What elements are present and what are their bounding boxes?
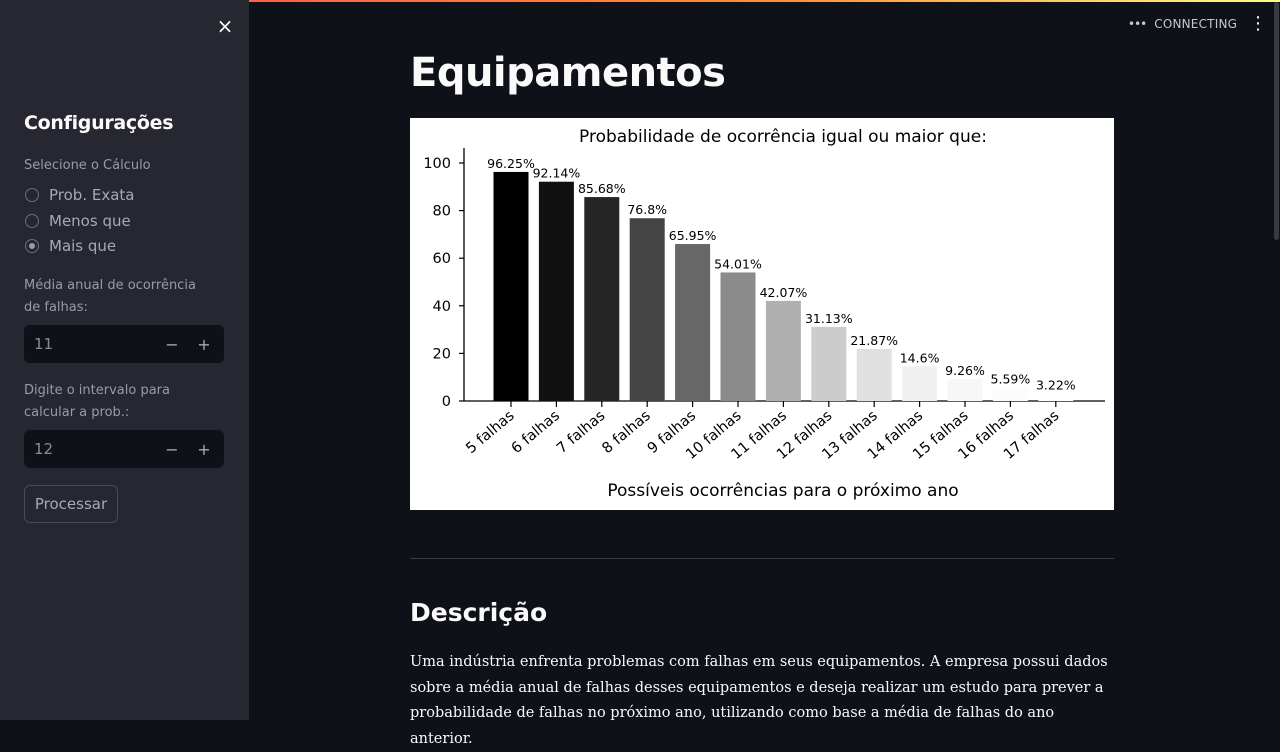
bar [538, 181, 574, 401]
bar-chart: Probabilidade de ocorrência igual ou mai… [423, 127, 1105, 501]
radio-label: Prob. Exata [49, 186, 135, 204]
status-text: CONNECTING [1154, 17, 1238, 31]
data-label: 92.14% [533, 166, 581, 181]
media-label: Média anual de ocorrência de falhas: [24, 278, 196, 315]
bar [720, 272, 756, 401]
y-tick-label: 60 [433, 251, 451, 267]
x-axis-label: Possíveis ocorrências para o próximo ano [607, 481, 958, 501]
data-label: 54.01% [714, 256, 762, 271]
bar [765, 300, 801, 401]
y-tick-label: 40 [433, 299, 451, 315]
bar [947, 378, 983, 401]
divider [410, 558, 1114, 559]
bar [629, 218, 665, 401]
sidebar-title: Configurações [24, 112, 174, 134]
data-label: 9.26% [945, 363, 985, 378]
intervalo-label: Digite o intervalo para calcular a prob.… [24, 383, 170, 420]
radio-checked-icon[interactable] [25, 239, 39, 253]
intervalo-input[interactable] [24, 439, 156, 459]
data-label: 21.87% [850, 333, 898, 348]
increment-button[interactable]: + [188, 325, 220, 363]
y-tick-label: 20 [433, 346, 451, 362]
bar [992, 387, 1028, 401]
status-dots-icon: ••• [1128, 17, 1147, 31]
data-label: 31.13% [805, 311, 853, 326]
chart-container: Probabilidade de ocorrência igual ou mai… [410, 118, 1114, 510]
radio-label: Menos que [49, 212, 131, 230]
data-label: 3.22% [1036, 377, 1076, 392]
data-label: 5.59% [991, 372, 1031, 387]
radio-label: Mais que [49, 237, 117, 255]
connection-status: ••• CONNECTING [1128, 16, 1237, 32]
radio-circle-icon[interactable] [25, 188, 39, 202]
y-tick-label: 100 [423, 156, 451, 172]
radio-mais-que[interactable]: Mais que [25, 236, 116, 256]
bar [1038, 393, 1074, 401]
bar [856, 348, 892, 401]
bar [902, 366, 938, 401]
radio-circle-icon[interactable] [25, 214, 39, 228]
media-number-input: − + [24, 325, 224, 363]
radio-prob-exata[interactable]: Prob. Exata [25, 185, 134, 205]
x-tick-label: 5 falhas [463, 408, 517, 457]
decrement-button[interactable]: − [156, 430, 188, 468]
data-label: 42.07% [760, 285, 808, 300]
calc-label: Selecione o Cálculo [24, 158, 151, 173]
close-sidebar-icon[interactable]: × [215, 16, 235, 36]
data-label: 65.95% [669, 228, 717, 243]
bar [811, 326, 847, 401]
description-text: Uma indústria enfrenta problemas com fal… [410, 654, 1108, 747]
y-tick-label: 0 [442, 394, 451, 410]
main-menu-icon[interactable]: ⋮ [1248, 14, 1268, 34]
y-tick-label: 80 [433, 204, 451, 220]
chart-title: Probabilidade de ocorrência igual ou mai… [579, 127, 987, 147]
bar [493, 171, 529, 401]
process-button[interactable]: Processar [24, 485, 118, 523]
section-title: Descrição [410, 598, 548, 627]
bar [675, 244, 711, 401]
media-input[interactable] [24, 334, 156, 354]
x-tick-label: 6 falhas [509, 408, 563, 457]
bar [584, 197, 620, 401]
scrollbar[interactable] [1274, 2, 1279, 240]
page-title: Equipamentos [410, 50, 726, 96]
data-label: 96.25% [487, 156, 535, 171]
x-tick-label: 8 falhas [599, 408, 653, 457]
radio-menos-que[interactable]: Menos que [25, 211, 131, 231]
decrement-button[interactable]: − [156, 325, 188, 363]
data-label: 14.6% [900, 350, 940, 365]
increment-button[interactable]: + [188, 430, 220, 468]
intervalo-number-input: − + [24, 430, 224, 468]
data-label: 85.68% [578, 181, 626, 196]
data-label: 76.8% [627, 202, 667, 217]
x-tick-label: 7 falhas [554, 408, 608, 457]
sidebar: × Configurações Selecione o Cálculo Prob… [0, 0, 249, 720]
